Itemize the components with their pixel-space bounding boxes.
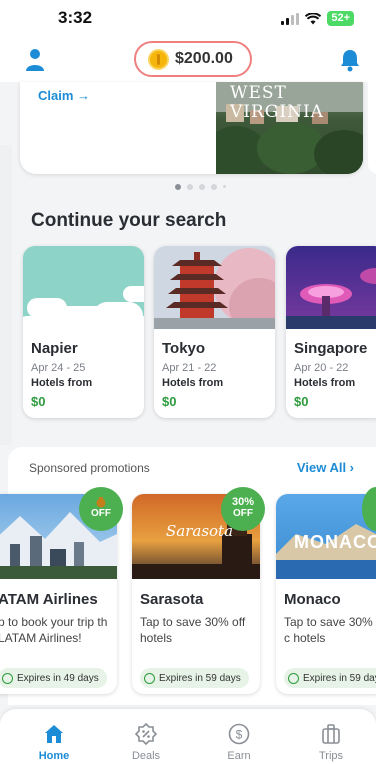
tab-label: Deals	[131, 750, 161, 762]
bell-icon[interactable]	[338, 48, 362, 72]
next-card-peek[interactable]	[368, 82, 376, 174]
expiry-text: Expires in 49 days	[17, 672, 99, 684]
promo-desc: Tap to save 30% c hotels	[284, 615, 373, 645]
promo-desc: p to book your trip th LATAM Airlines!	[0, 615, 108, 645]
section-title: Continue your search	[31, 210, 227, 231]
card-dates: Apr 21 - 22	[162, 362, 217, 374]
search-card[interactable]: Tokyo Apr 21 - 22 Hotels from $0	[154, 246, 275, 418]
hero-banner[interactable]: Claim → WEST VIRGINIA	[20, 82, 363, 174]
bottom-tabbar: Home Deals $ Earn Trips	[0, 709, 376, 764]
promo-badge: OFF	[81, 489, 121, 529]
tab-label: Trips	[318, 750, 344, 762]
promo-badge-pct: 30%	[231, 496, 255, 508]
promo-badge: 30% OFF	[223, 489, 263, 529]
search-card[interactable]: Singapore Apr 20 - 22 Hotels from $0	[286, 246, 376, 418]
expiry-text: Expires in 59 days	[303, 672, 376, 684]
card-image	[23, 246, 144, 336]
card-city: Singapore	[294, 340, 368, 357]
wifi-icon	[305, 12, 322, 24]
carousel-dots[interactable]	[175, 184, 226, 190]
money-bag-icon	[96, 497, 106, 508]
left-edge	[0, 145, 12, 445]
balance-pill[interactable]: $200.00	[134, 41, 252, 77]
sponsored-header: Sponsored promotions View All ›	[8, 447, 376, 485]
home-icon	[45, 725, 63, 743]
promo-badge-text: OFF	[91, 508, 111, 519]
status-time: 3:32	[58, 8, 93, 27]
status-bar: 3:32 52+	[0, 0, 376, 40]
tab-label: Earn	[227, 750, 251, 762]
card-label: Hotels from	[162, 377, 224, 389]
coin-icon	[148, 48, 169, 70]
app-header: $200.00	[0, 40, 376, 82]
status-icons: 52+	[281, 11, 354, 26]
expiry-text: Expires in 59 days	[159, 672, 241, 684]
card-price: $0	[31, 394, 46, 409]
claim-link[interactable]: Claim →	[38, 88, 90, 103]
promo-card[interactable]: MONACO Monaco Tap to save 30% c hotels E…	[276, 494, 376, 694]
expiry-badge: Expires in 59 days	[284, 668, 376, 688]
card-city: Tokyo	[162, 340, 206, 357]
battery-icon: 52+	[327, 11, 354, 26]
promo-desc: Tap to save 30% off hotels	[140, 615, 246, 645]
promo-image-text: Sarasota	[166, 522, 234, 540]
expiry-badge: Expires in 49 days	[0, 668, 107, 688]
card-price: $0	[294, 394, 309, 409]
hero-image: WEST VIRGINIA	[216, 82, 363, 174]
suitcase-icon	[322, 724, 340, 744]
card-dates: Apr 24 - 25	[31, 362, 86, 374]
promo-badge-text: OFF	[233, 508, 253, 519]
card-label: Hotels from	[31, 377, 93, 389]
svg-text:$: $	[236, 728, 243, 742]
tab-home[interactable]: Home	[24, 723, 84, 762]
tab-label: Home	[38, 750, 70, 762]
card-label: Hotels from	[294, 377, 356, 389]
tab-earn[interactable]: $ Earn	[209, 723, 269, 762]
dollar-coin-icon: $	[228, 723, 250, 745]
user-icon[interactable]	[24, 48, 46, 72]
clock-icon	[2, 672, 13, 684]
hero-image-text: WEST VIRGINIA	[230, 83, 324, 122]
promo-name: Sarasota	[140, 591, 204, 608]
promo-name: Monaco	[284, 591, 341, 608]
promo-name: ATAM Airlines	[0, 591, 98, 608]
clock-icon	[288, 672, 299, 684]
card-price: $0	[162, 394, 177, 409]
tab-trips[interactable]: Trips	[301, 723, 361, 762]
promo-image-text: MONACO	[294, 532, 376, 552]
signal-icon	[281, 12, 300, 25]
balance-amount: $200.00	[175, 50, 233, 67]
view-all-link[interactable]: View All ›	[297, 460, 354, 475]
expiry-badge: Expires in 59 days	[140, 668, 249, 688]
percent-badge-icon	[135, 723, 157, 745]
card-dates: Apr 20 - 22	[294, 362, 349, 374]
card-city: Napier	[31, 340, 78, 357]
search-card[interactable]: Napier Apr 24 - 25 Hotels from $0	[23, 246, 144, 418]
sponsored-label: Sponsored promotions	[29, 461, 150, 475]
clock-icon	[144, 672, 155, 684]
promo-image: MONACO	[276, 494, 376, 579]
card-image	[154, 246, 275, 329]
card-image	[286, 246, 376, 329]
tab-deals[interactable]: Deals	[116, 723, 176, 762]
